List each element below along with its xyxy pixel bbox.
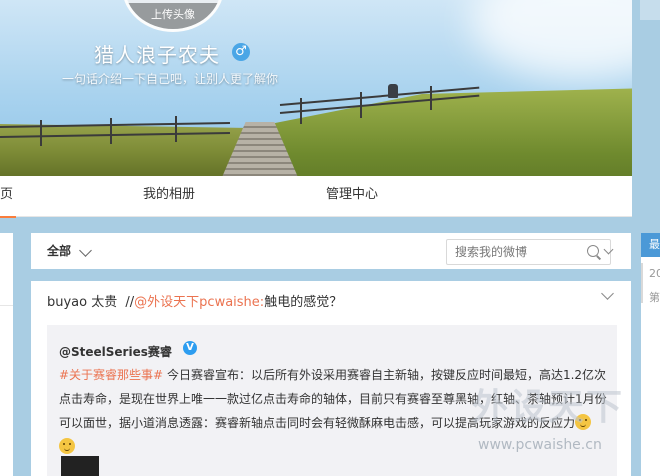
timeline-line [641,263,643,303]
post-text: 触电的感觉？ [264,295,343,310]
topic-tag-link[interactable]: #关于赛睿那些事# [59,368,163,382]
cover-railing-post [300,98,302,124]
reposted-user-link[interactable]: @SteelSeries赛睿 [59,343,172,360]
profile-nickname: 猎人浪子农夫 [94,43,220,67]
repost-separator: // [125,295,135,310]
filter-all-dropdown[interactable]: 全部 [47,233,71,269]
tab-home[interactable]: 页 [0,176,16,218]
feed-filter-bar: 全部 [31,233,631,269]
cover-hill-left [0,124,250,176]
image-thumbnail[interactable] [61,456,99,476]
tab-management-center[interactable]: 管理中心 [326,176,378,216]
divider [0,305,13,306]
post-menu-chevron-icon[interactable] [601,287,614,300]
watermark-url: www.pcwaishe.cn [478,437,602,453]
cover-person [388,84,398,98]
profile-tabs: 页 我的相册 管理中心 [0,176,632,218]
weibo-search-box[interactable] [446,239,614,265]
left-sidebar-card [0,233,13,476]
timeline-item[interactable]: 第 [649,289,660,305]
chevron-down-icon[interactable] [79,244,92,257]
post-author-suffix: 太贵 [91,295,118,310]
verified-badge-icon: V [183,341,197,355]
right-sidebar-card: 最 20 第 [641,233,660,476]
post-header: buyao 太贵 //@外设天下pcwaishe:触电的感觉？ [47,291,342,310]
search-icon[interactable] [587,245,599,257]
scrollbar-track[interactable] [640,0,660,20]
profile-intro[interactable]: 一句话介绍一下自己吧，让别人更了解你 [62,70,278,87]
emoji-doge-icon [59,438,75,454]
chevron-down-icon[interactable] [603,244,614,255]
search-input[interactable] [455,242,575,262]
male-gender-icon: ♂ [232,43,250,61]
upload-avatar-label[interactable]: 上传头像 [125,3,221,29]
cover-railing-post [430,86,432,110]
avatar[interactable]: 上传头像 [122,0,224,32]
cover-railing-post [360,92,362,118]
timeline-year[interactable]: 20 [649,267,660,280]
cover-railing-post [175,116,177,142]
post-author[interactable]: buyao [47,295,87,310]
watermark-logo: 外设天下 [472,387,625,428]
right-panel-heading: 最 [641,233,660,257]
mention-link[interactable]: @外设天下pcwaishe: [134,295,264,310]
cover-cloud [470,0,632,80]
profile-cover: 上传头像 猎人浪子农夫 ♂ 一句话介绍一下自己吧，让别人更了解你 [0,0,632,176]
cover-railing-post [40,120,42,146]
tab-my-album[interactable]: 我的相册 [143,176,195,216]
cover-railing-post [110,118,112,144]
